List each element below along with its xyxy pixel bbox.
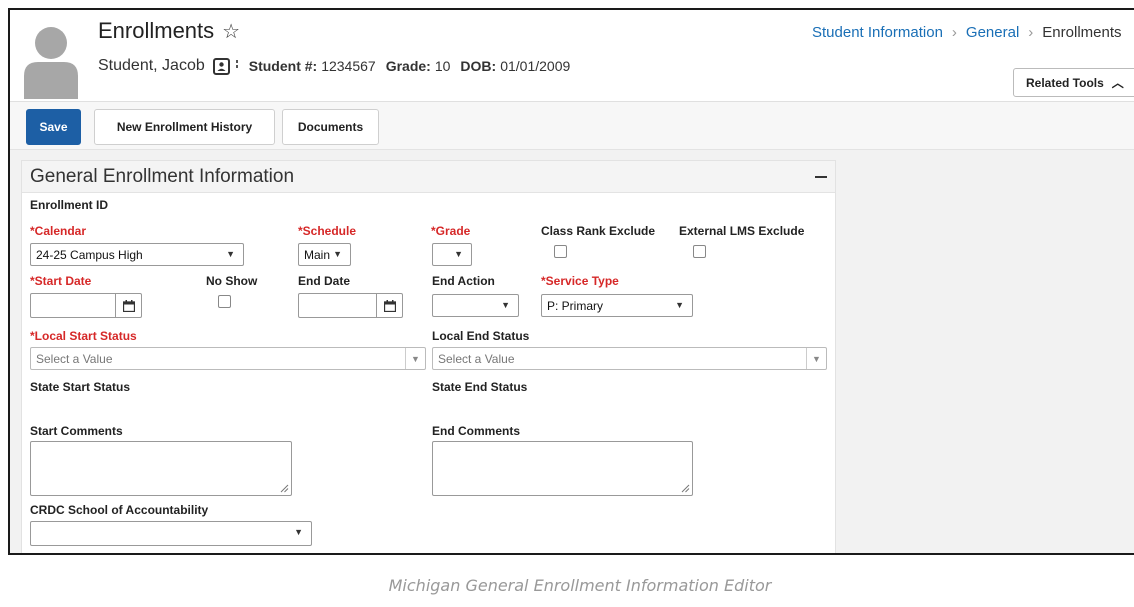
crdc-school-select[interactable]: ▼ xyxy=(30,521,312,546)
external-lms-exclude-checkbox[interactable] xyxy=(693,245,706,258)
calendar-icon[interactable] xyxy=(115,294,141,317)
calendar-value: 24-25 Campus High xyxy=(36,247,143,262)
start-date-label-text: Start Date xyxy=(34,274,92,288)
student-number: 1234567 xyxy=(321,58,376,74)
local-end-status-label: Local End Status xyxy=(432,329,530,343)
chevron-up-icon: ︿ xyxy=(1111,76,1124,90)
avatar-icon xyxy=(24,27,78,99)
enrollment-id-label: Enrollment ID xyxy=(30,198,109,212)
dob-label: DOB: xyxy=(460,58,497,74)
general-enrollment-panel: General Enrollment Information Enrollmen… xyxy=(21,160,836,553)
service-type-value: P: Primary xyxy=(547,298,604,313)
related-tools-label: Related Tools xyxy=(1026,75,1104,90)
breadcrumb-enrollments: Enrollments xyxy=(1042,24,1122,41)
dropdown-arrow-icon: ▼ xyxy=(806,348,826,369)
page-title: Enrollments xyxy=(98,18,215,43)
service-type-select[interactable]: P: Primary ▼ xyxy=(541,294,693,317)
crdc-school-label: CRDC School of Accountability xyxy=(30,503,209,517)
panel-header: General Enrollment Information xyxy=(22,161,835,193)
state-start-status-label: State Start Status xyxy=(30,380,131,394)
new-enrollment-history-button[interactable]: New Enrollment History xyxy=(94,109,275,145)
save-button[interactable]: Save xyxy=(26,109,81,145)
action-toolbar: Save New Enrollment History Documents xyxy=(10,102,1134,150)
breadcrumb: Student Information › General › Enrollme… xyxy=(812,24,1122,41)
dropdown-arrow-icon: ▼ xyxy=(226,249,235,259)
dropdown-arrow-icon: ▼ xyxy=(501,300,510,310)
schedule-label: *Schedule xyxy=(298,224,356,238)
contact-card-icon[interactable] xyxy=(212,57,231,75)
service-type-label-text: Service Type xyxy=(545,274,619,288)
resize-grip-icon[interactable] xyxy=(280,484,289,493)
class-rank-exclude-label: Class Rank Exclude xyxy=(541,224,656,238)
calendar-label-text: Calendar xyxy=(34,224,87,238)
local-end-status-select[interactable]: Select a Value ▼ xyxy=(432,347,827,370)
dropdown-arrow-icon: ▼ xyxy=(333,249,342,259)
panel-title: General Enrollment Information xyxy=(30,166,295,187)
no-show-label: No Show xyxy=(206,274,258,288)
chevron-right-icon: › xyxy=(951,24,957,41)
chevron-right-icon: › xyxy=(1028,24,1034,41)
dob-value: 01/01/2009 xyxy=(500,58,571,74)
dropdown-arrow-icon: ▼ xyxy=(675,300,684,310)
grade-value: 10 xyxy=(434,58,451,74)
calendar-label: *Calendar xyxy=(30,224,86,238)
start-date-label: *Start Date xyxy=(30,274,91,288)
local-start-status-select[interactable]: Select a Value ▼ xyxy=(30,347,426,370)
local-end-status-placeholder: Select a Value xyxy=(438,351,515,366)
no-show-checkbox[interactable] xyxy=(218,295,231,308)
dropdown-arrow-icon: ▼ xyxy=(405,348,425,369)
state-end-status-label: State End Status xyxy=(432,380,528,394)
local-start-status-label-text: Local Start Status xyxy=(34,329,137,343)
calendar-icon[interactable] xyxy=(376,294,402,317)
end-date-label: End Date xyxy=(298,274,351,288)
more-dots-icon xyxy=(235,60,238,68)
related-tools-button[interactable]: Related Tools ︿ xyxy=(1013,68,1134,97)
end-date-input[interactable] xyxy=(298,293,403,318)
grade-select[interactable]: ▼ xyxy=(432,243,472,266)
service-type-label: *Service Type xyxy=(541,274,619,288)
start-date-input[interactable] xyxy=(30,293,142,318)
end-comments-label: End Comments xyxy=(432,424,521,438)
end-action-select[interactable]: ▼ xyxy=(432,294,519,317)
local-start-status-label: *Local Start Status xyxy=(30,329,137,343)
breadcrumb-student-information[interactable]: Student Information xyxy=(812,24,943,41)
minus-icon[interactable] xyxy=(815,176,827,178)
schedule-select[interactable]: Main ▼ xyxy=(298,243,351,266)
page-title-area: Enrollments ☆ xyxy=(98,18,240,44)
student-number-label: Student #: xyxy=(248,58,318,74)
student-info: Student, Jacob Student #: 1234567 Grade:… xyxy=(98,57,580,75)
external-lms-exclude-label: External LMS Exclude xyxy=(679,224,805,238)
figure-caption: Michigan General Enrollment Information … xyxy=(388,576,772,595)
grade-label-text: Grade xyxy=(435,224,471,238)
dropdown-arrow-icon: ▼ xyxy=(294,527,303,537)
class-rank-exclude-checkbox[interactable] xyxy=(554,245,567,258)
grade-label: Grade: xyxy=(385,58,431,74)
student-name: Student, Jacob xyxy=(98,57,205,74)
grade-label: *Grade xyxy=(431,224,470,238)
documents-button[interactable]: Documents xyxy=(282,109,379,145)
start-comments-textarea[interactable] xyxy=(30,441,292,496)
start-comments-label: Start Comments xyxy=(30,424,123,438)
schedule-label-text: Schedule xyxy=(302,224,357,238)
calendar-select[interactable]: 24-25 Campus High ▼ xyxy=(30,243,244,266)
page-header: Enrollments ☆ Student, Jacob Student #: … xyxy=(10,10,1134,102)
star-outline-icon[interactable]: ☆ xyxy=(222,19,240,44)
local-start-status-placeholder: Select a Value xyxy=(36,351,113,366)
breadcrumb-general[interactable]: General xyxy=(966,24,1019,41)
schedule-value: Main xyxy=(304,247,331,262)
resize-grip-icon[interactable] xyxy=(681,484,690,493)
end-action-label: End Action xyxy=(432,274,495,288)
dropdown-arrow-icon: ▼ xyxy=(454,249,463,259)
end-comments-textarea[interactable] xyxy=(432,441,693,496)
app-window: Enrollments ☆ Student, Jacob Student #: … xyxy=(8,8,1134,555)
